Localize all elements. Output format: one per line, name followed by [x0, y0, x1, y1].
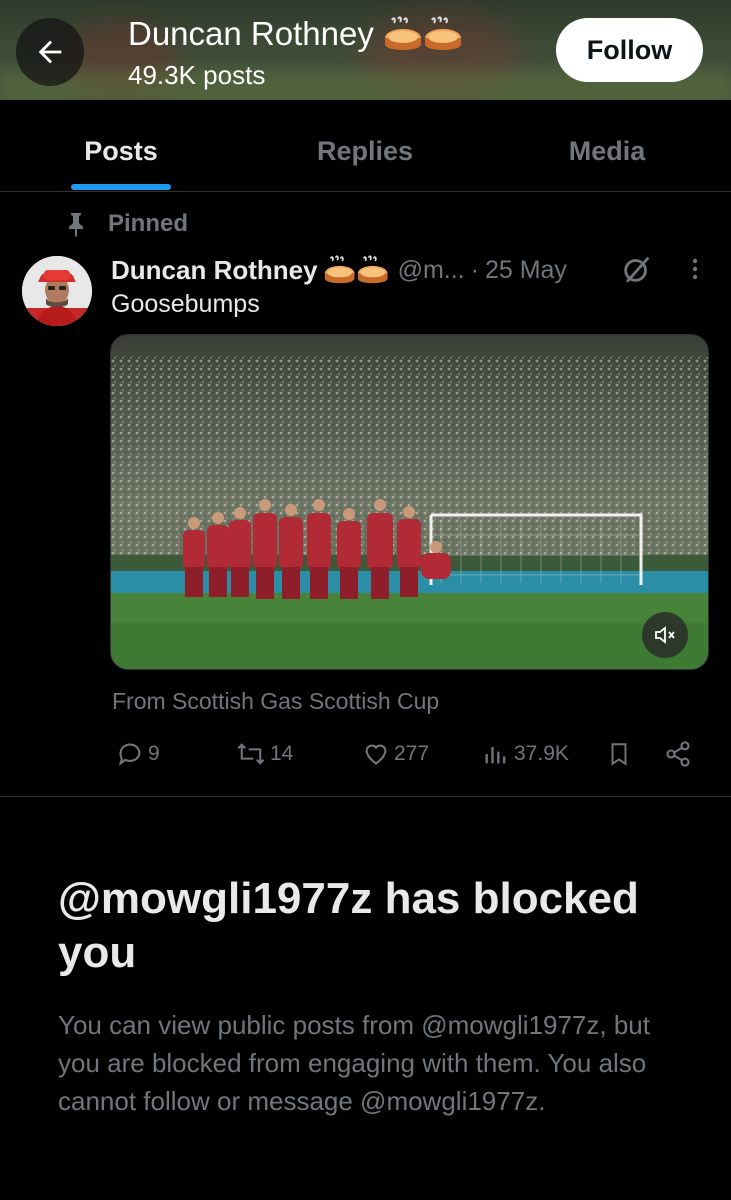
avatar[interactable]	[22, 256, 92, 326]
tab-posts[interactable]: Posts	[21, 136, 221, 167]
repost-icon	[237, 743, 265, 765]
repost-button[interactable]: 14	[236, 736, 293, 772]
blocked-description: You can view public posts from @mowgli19…	[58, 1010, 650, 1116]
views-icon	[485, 747, 506, 764]
video-source[interactable]: From Scottish Gas Scottish Cup	[112, 688, 439, 715]
post-actions: 9 14 277 37.9K	[112, 736, 702, 772]
share-button[interactable]	[664, 736, 692, 772]
share-icon	[666, 741, 690, 767]
more-button[interactable]	[682, 254, 708, 289]
like-icon	[365, 744, 387, 765]
mute-icon	[655, 626, 675, 644]
active-tab-indicator	[71, 184, 171, 190]
post-header: Duncan Rothney @m... · 25 May	[111, 252, 567, 288]
blocked-title: @mowgli1977z has blocked you	[58, 874, 639, 977]
tab-media[interactable]: Media	[507, 136, 707, 167]
header-name-text: Duncan Rothney	[128, 15, 374, 52]
posts-count: 49.3K posts	[128, 60, 266, 90]
back-button[interactable]	[16, 18, 84, 86]
bookmark-button[interactable]	[606, 736, 632, 772]
follow-button[interactable]: Follow	[556, 18, 703, 82]
mute-button[interactable]	[642, 612, 688, 658]
post-text: Goosebumps	[111, 290, 260, 318]
like-count: 277	[394, 742, 430, 765]
more-icon	[692, 258, 698, 280]
grok-button[interactable]	[620, 252, 654, 291]
like-button[interactable]: 277	[362, 736, 429, 772]
pin-icon	[69, 213, 83, 237]
views-button[interactable]: 37.9K	[482, 736, 569, 772]
pie-emoji-icon	[384, 16, 461, 50]
pinned-label: Pinned	[108, 210, 189, 237]
post-author-name[interactable]: Duncan Rothney	[111, 255, 318, 286]
post-date[interactable]: 25 May	[485, 256, 567, 285]
tab-replies[interactable]: Replies	[265, 136, 465, 167]
post-video[interactable]	[110, 334, 709, 670]
separator-dot: ·	[470, 255, 479, 284]
repost-count: 14	[270, 742, 294, 765]
grok-icon	[624, 256, 650, 283]
profile-header-banner: Duncan Rothney 49.3K posts Follow	[0, 0, 731, 100]
reply-button[interactable]: 9	[116, 736, 160, 772]
video-frame	[111, 335, 708, 669]
pinned-indicator: Pinned	[64, 206, 188, 242]
profile-tabs: Posts Replies Media	[0, 100, 731, 192]
post-author-handle[interactable]: @m...	[398, 256, 465, 285]
bookmark-icon	[611, 743, 627, 766]
back-arrow-icon	[38, 40, 62, 64]
reply-count: 9	[148, 742, 160, 765]
views-count: 37.9K	[514, 742, 569, 765]
header-title: Duncan Rothney	[128, 14, 464, 54]
post-divider	[0, 796, 731, 797]
pie-emoji-icon	[324, 255, 388, 284]
reply-icon	[118, 743, 141, 766]
